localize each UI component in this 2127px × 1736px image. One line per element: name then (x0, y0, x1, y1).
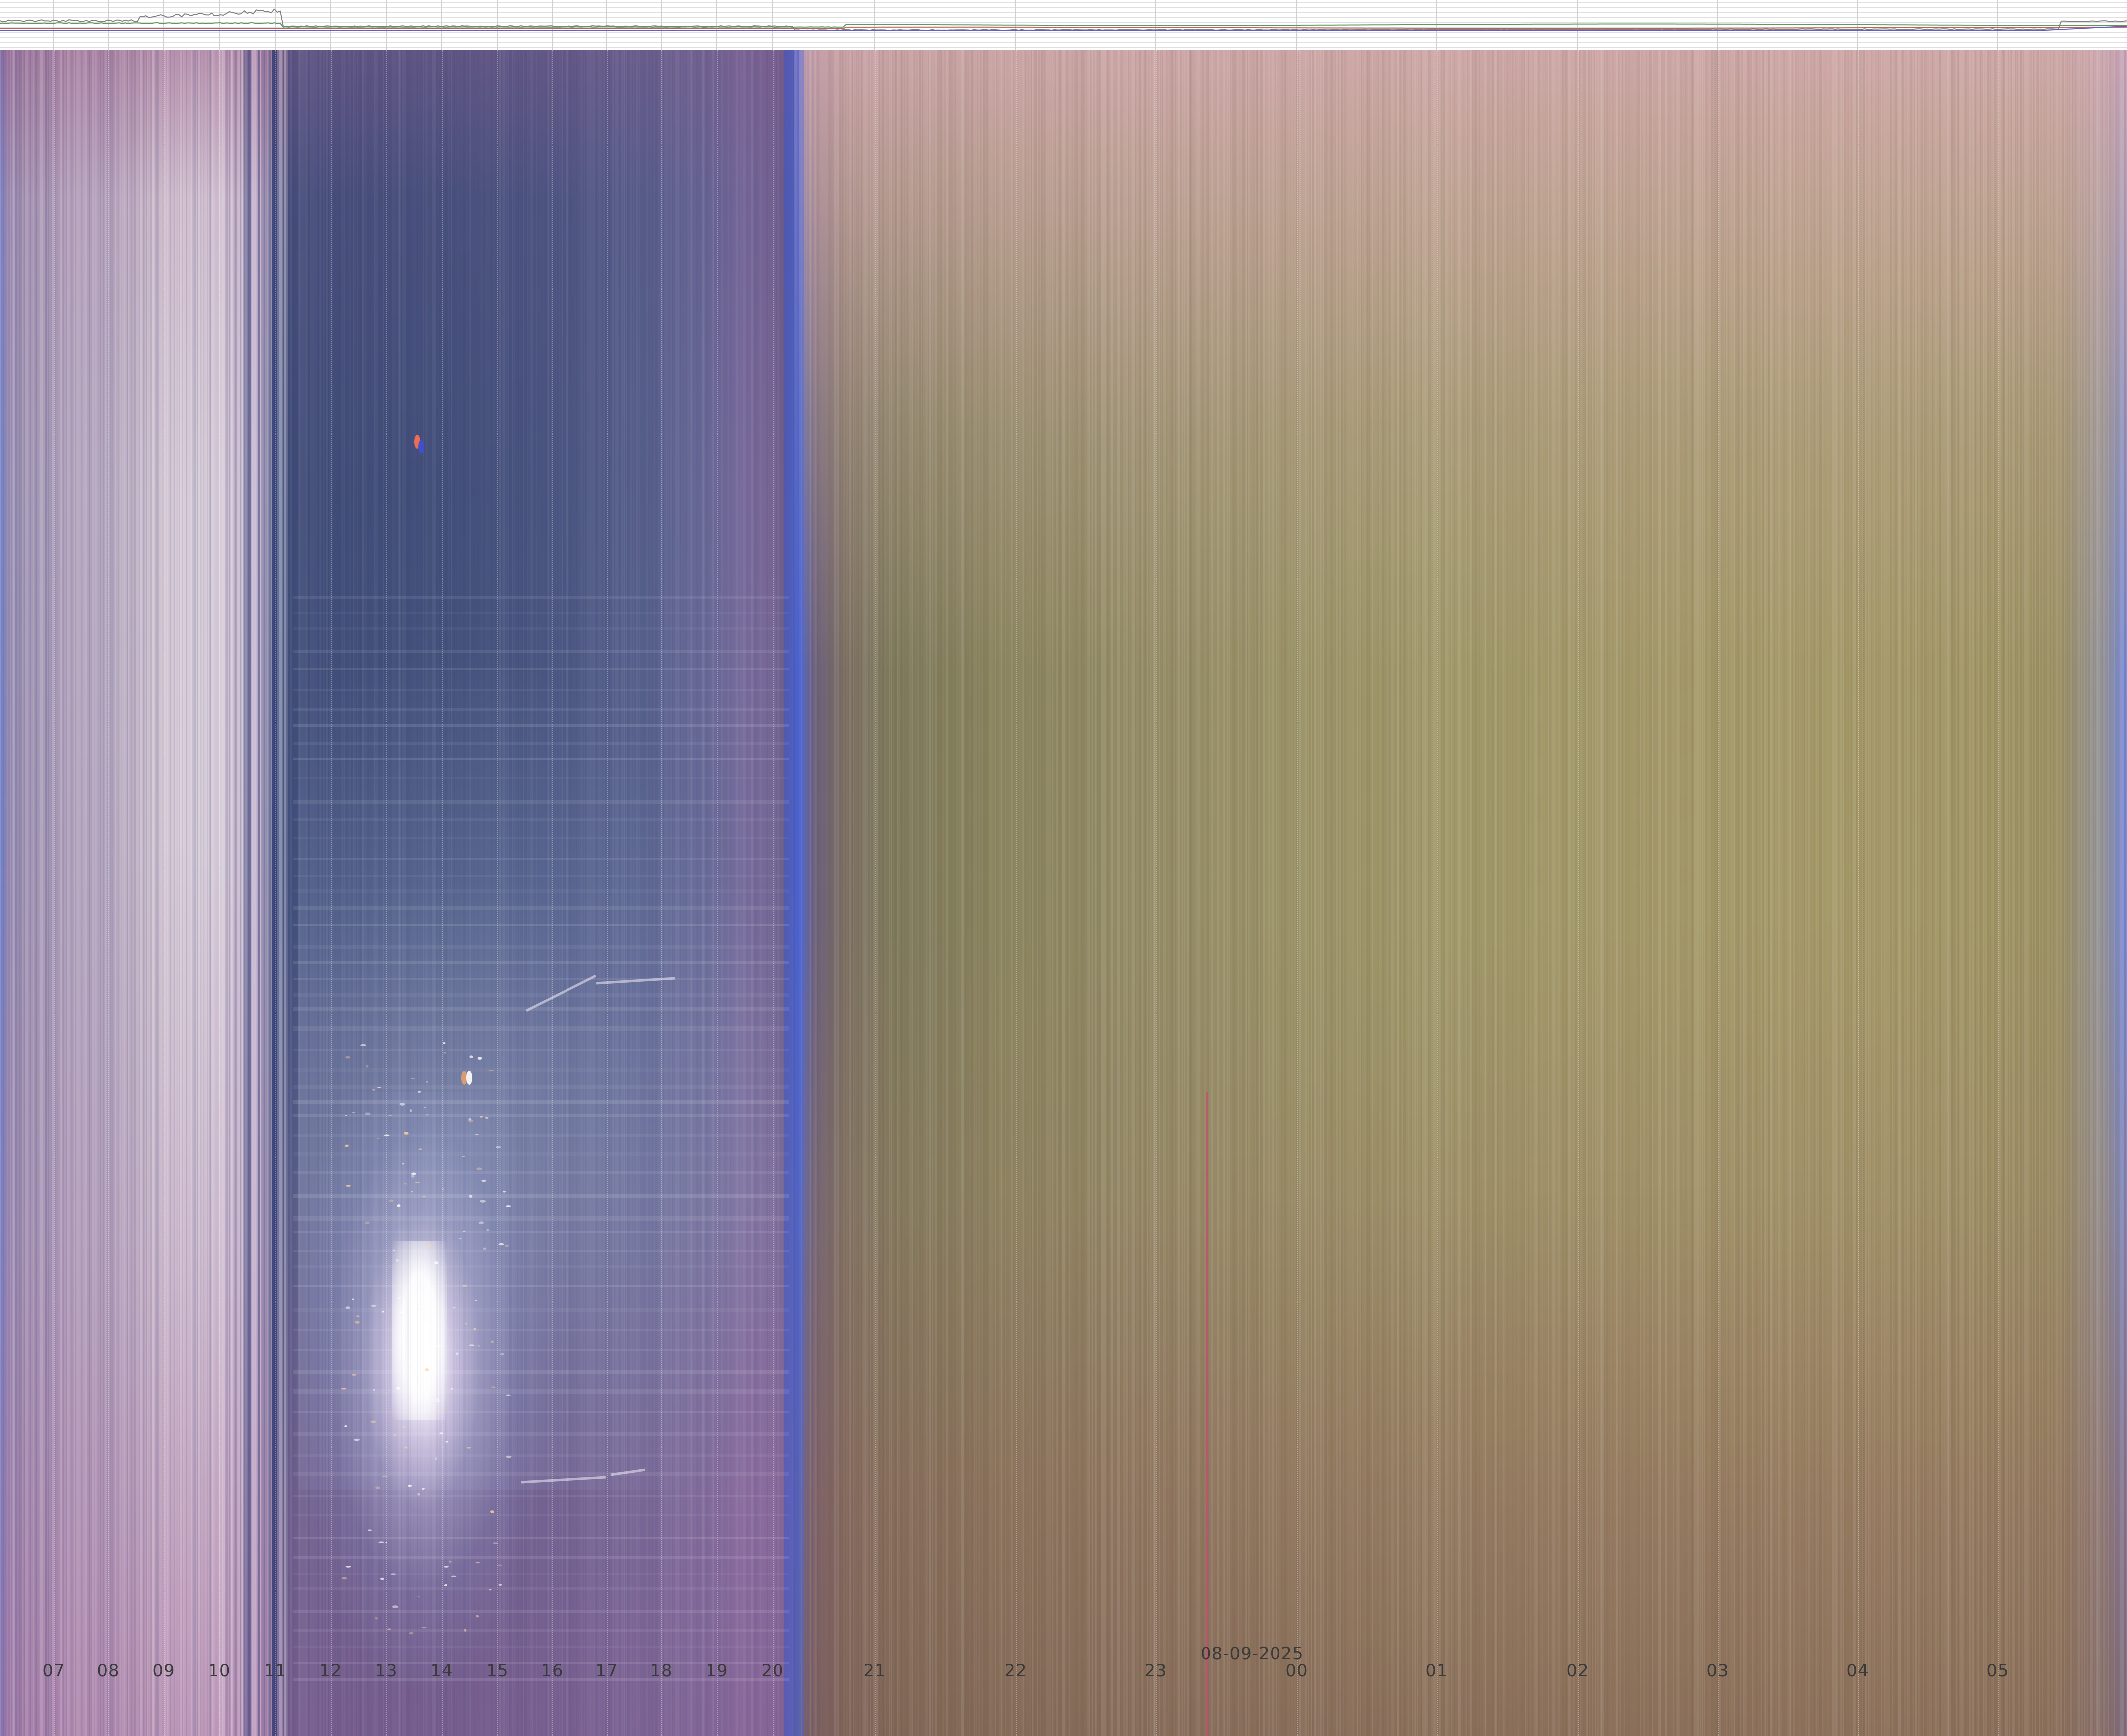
hour-label: 21 (863, 1661, 886, 1681)
sensor-graph (0, 0, 2127, 50)
hour-gridline (275, 50, 276, 1736)
hour-label: 22 (1004, 1661, 1027, 1681)
hour-gridline (386, 50, 387, 1736)
hour-label: 10 (208, 1661, 231, 1681)
hour-label: 09 (152, 1661, 175, 1681)
keogram-panel (0, 50, 2127, 1736)
hour-gridline (607, 50, 608, 1736)
hour-label: 07 (42, 1661, 65, 1681)
hour-label: 14 (430, 1661, 453, 1681)
hour-label: 03 (1706, 1661, 1729, 1681)
hour-label: 00 (1285, 1661, 1308, 1681)
hour-gridline (54, 50, 55, 1736)
hour-label: 23 (1144, 1661, 1167, 1681)
hour-label: 05 (1986, 1661, 2009, 1681)
hour-gridline (773, 50, 774, 1736)
date-label: 08-09-2025 (1201, 1644, 1304, 1664)
sensor-line (0, 22, 2127, 28)
hour-gridline (717, 50, 718, 1736)
hour-label: 20 (761, 1661, 784, 1681)
hour-gridline (1437, 50, 1438, 1736)
hour-gridline (219, 50, 220, 1736)
hour-label: 04 (1846, 1661, 1869, 1681)
hour-gridline (661, 50, 662, 1736)
hour-gridline (442, 50, 443, 1736)
hour-gridline (108, 50, 109, 1736)
hour-label: 17 (595, 1661, 618, 1681)
hour-label: 19 (706, 1661, 728, 1681)
hour-gridline (1998, 50, 1999, 1736)
hour-label: 08 (97, 1661, 120, 1681)
hour-gridline (331, 50, 332, 1736)
hour-label: 12 (319, 1661, 342, 1681)
sensor-graph-strip (0, 0, 2127, 50)
hour-label: 02 (1566, 1661, 1589, 1681)
hour-gridline (164, 50, 165, 1736)
hour-label: 13 (375, 1661, 398, 1681)
hour-label: 01 (1425, 1661, 1448, 1681)
hour-gridline (1578, 50, 1579, 1736)
hour-gridlines (0, 50, 2127, 1736)
hour-label: 15 (486, 1661, 509, 1681)
hour-gridline (1016, 50, 1017, 1736)
hour-gridline (1858, 50, 1859, 1736)
hour-label: 11 (264, 1661, 286, 1681)
hour-label: 16 (541, 1661, 564, 1681)
hour-gridline (1718, 50, 1719, 1736)
hour-gridline (1156, 50, 1157, 1736)
hour-gridline (497, 50, 498, 1736)
hour-gridline (1297, 50, 1298, 1736)
hour-label: 18 (650, 1661, 673, 1681)
hour-gridline (875, 50, 876, 1736)
keogram-image: 07 08 09 10 11 12 13 14 15 16 17 18 19 20 21 22 23 00 01 02… (0, 0, 2127, 1736)
hour-gridline (552, 50, 553, 1736)
